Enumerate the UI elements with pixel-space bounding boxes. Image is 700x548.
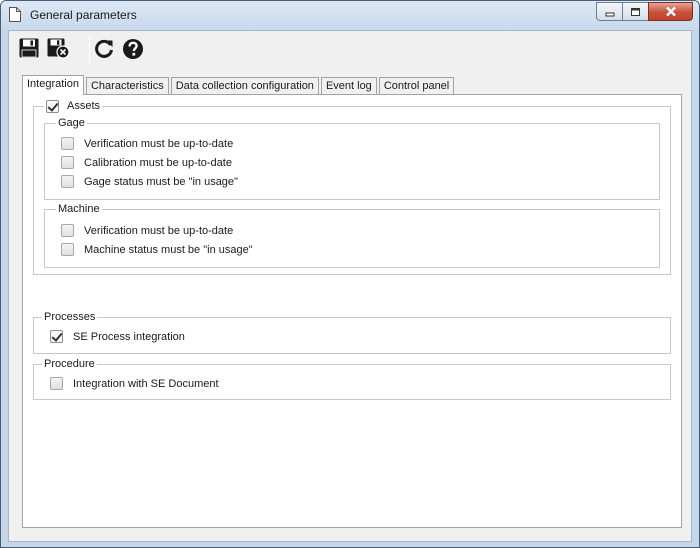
- gage-calibration-label: Calibration must be up-to-date: [84, 156, 232, 169]
- gage-calibration-checkbox[interactable]: [61, 156, 74, 169]
- gage-verification-option[interactable]: Verification must be up-to-date: [61, 136, 233, 151]
- se-process-integration-option[interactable]: SE Process integration: [50, 329, 185, 344]
- se-document-integration-checkbox[interactable]: [50, 377, 63, 390]
- se-process-integration-label: SE Process integration: [73, 330, 185, 343]
- document-icon: [9, 7, 21, 22]
- general-parameters-window: General parameters Integration Character…: [0, 0, 700, 548]
- machine-verification-label: Verification must be up-to-date: [84, 224, 234, 237]
- machine-legend: Machine: [56, 202, 102, 216]
- tab-integration[interactable]: Integration: [22, 75, 84, 95]
- refresh-button[interactable]: [91, 36, 117, 62]
- machine-status-label: Machine status must be "in usage": [84, 243, 253, 256]
- save-close-icon: [47, 38, 70, 59]
- tab-data-collection-configuration[interactable]: Data collection configuration: [170, 77, 319, 94]
- toolbar-separator: [89, 36, 90, 64]
- assets-label: Assets: [67, 100, 101, 112]
- close-button[interactable]: [648, 2, 693, 21]
- gage-legend: Gage: [56, 116, 87, 130]
- help-button[interactable]: [120, 36, 146, 62]
- gage-status-label: Gage status must be "in usage": [84, 175, 238, 188]
- gage-verification-label: Verification must be up-to-date: [84, 137, 234, 150]
- machine-verification-checkbox[interactable]: [61, 224, 74, 237]
- gage-status-option[interactable]: Gage status must be "in usage": [61, 174, 238, 189]
- assets-checkbox[interactable]: [46, 99, 59, 113]
- close-icon: [665, 6, 676, 17]
- save-close-button[interactable]: [45, 35, 71, 61]
- title-bar[interactable]: General parameters: [1, 1, 699, 30]
- integration-panel: Assets Gage Verification must be up-to-d…: [22, 94, 682, 528]
- machine-verification-option[interactable]: Verification must be up-to-date: [61, 223, 233, 238]
- se-document-integration-label: Integration with SE Document: [73, 377, 219, 390]
- assets-legend: Assets: [44, 99, 103, 113]
- tab-event-log[interactable]: Event log: [320, 77, 377, 94]
- window-title: General parameters: [30, 8, 137, 22]
- maximize-button[interactable]: [622, 2, 648, 21]
- tab-characteristics[interactable]: Characteristics: [85, 77, 169, 94]
- minimize-button[interactable]: [596, 2, 622, 21]
- gage-group: Gage Verification must be up-to-date Cal…: [44, 116, 660, 200]
- toolbar: [9, 31, 691, 69]
- tab-strip: Integration Characteristics Data collect…: [22, 75, 456, 95]
- machine-status-checkbox[interactable]: [61, 243, 74, 256]
- se-process-integration-checkbox[interactable]: [50, 330, 63, 343]
- processes-legend: Processes: [42, 310, 98, 324]
- save-icon: [19, 38, 39, 58]
- assets-group: Assets Gage Verification must be up-to-d…: [33, 99, 671, 275]
- gage-status-checkbox[interactable]: [61, 175, 74, 188]
- refresh-icon: [95, 39, 113, 58]
- processes-group: Processes SE Process integration: [33, 310, 671, 354]
- gage-verification-checkbox[interactable]: [61, 137, 74, 150]
- se-document-integration-option[interactable]: Integration with SE Document: [50, 376, 219, 391]
- procedure-group: Procedure Integration with SE Document: [33, 357, 671, 400]
- machine-status-option[interactable]: Machine status must be "in usage": [61, 242, 253, 257]
- machine-group: Machine Verification must be up-to-date …: [44, 202, 660, 268]
- help-icon: [123, 39, 143, 59]
- tab-control-panel[interactable]: Control panel: [378, 77, 455, 94]
- client-area: Integration Characteristics Data collect…: [8, 30, 692, 542]
- save-button[interactable]: [16, 35, 42, 61]
- minimize-icon: [605, 12, 614, 16]
- procedure-legend: Procedure: [42, 357, 97, 371]
- gage-calibration-option[interactable]: Calibration must be up-to-date: [61, 155, 232, 170]
- maximize-icon: [631, 7, 640, 16]
